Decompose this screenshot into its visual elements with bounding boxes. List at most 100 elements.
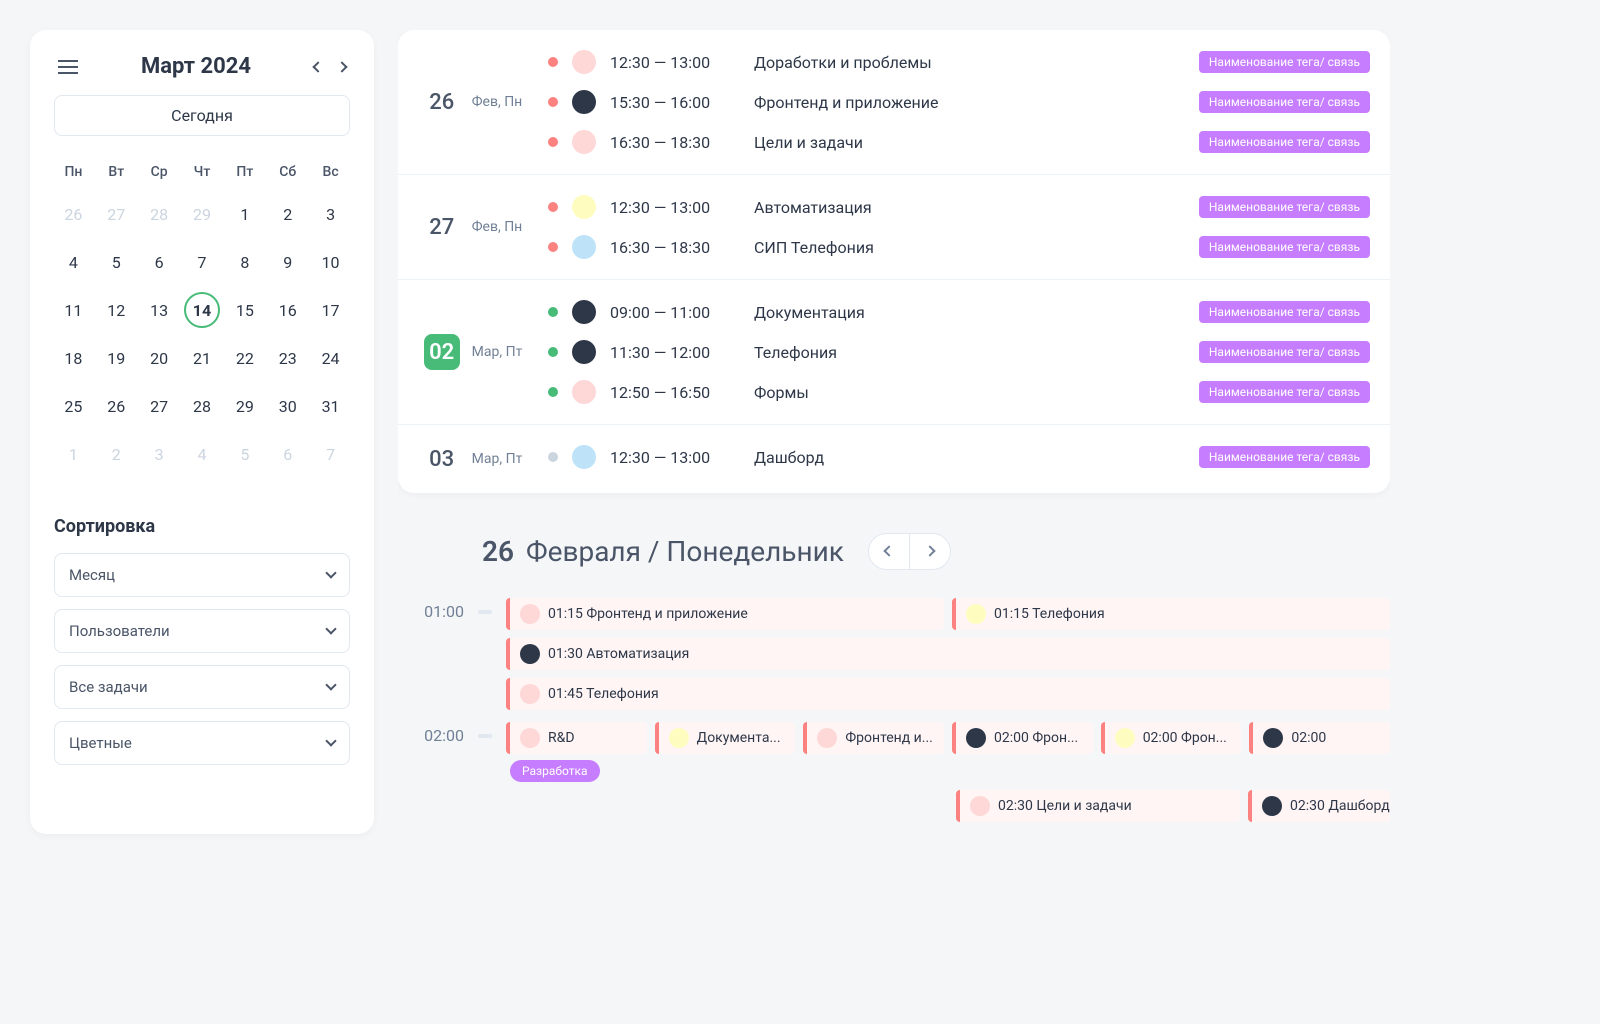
calendar-day[interactable]: 3 xyxy=(141,436,177,472)
event-tag: Наименование тега/ связь xyxy=(1199,51,1370,73)
calendar-day[interactable]: 25 xyxy=(55,388,91,424)
calendar-day[interactable]: 20 xyxy=(141,340,177,376)
timeline-event[interactable]: 01:15 Фронтенд и приложение xyxy=(506,598,944,630)
calendar-day[interactable]: 21 xyxy=(184,340,220,376)
calendar-day[interactable]: 4 xyxy=(55,244,91,280)
calendar-day[interactable]: 19 xyxy=(98,340,134,376)
calendar-day[interactable]: 8 xyxy=(227,244,263,280)
event-tag: Наименование тега/ связь xyxy=(1199,301,1370,323)
timeline-event-text: 02:30 Дашборд xyxy=(1290,798,1390,814)
calendar-dow: Пт xyxy=(225,156,264,188)
calendar-day[interactable]: 30 xyxy=(270,388,306,424)
event-time: 12:50 — 16:50 xyxy=(610,383,740,402)
agenda-event-row[interactable]: 12:30 — 13:00 Дашборд Наименование тега/… xyxy=(548,441,1390,473)
hamburger-icon xyxy=(58,60,78,74)
agenda-event-row[interactable]: 12:30 — 13:00 Автоматизация Наименование… xyxy=(548,191,1390,223)
calendar-day[interactable]: 2 xyxy=(98,436,134,472)
calendar-day[interactable]: 13 xyxy=(141,292,177,328)
calendar-day[interactable]: 7 xyxy=(184,244,220,280)
agenda-card: 26Фев, Пн 12:30 — 13:00 Доработки и проб… xyxy=(398,30,1390,493)
timeline-event-text: 02:00 Фрон... xyxy=(1143,730,1227,746)
sort-select[interactable]: Пользователи xyxy=(54,609,350,653)
next-month-button[interactable] xyxy=(334,59,350,75)
avatar xyxy=(1262,796,1282,816)
calendar-day[interactable]: 26 xyxy=(98,388,134,424)
calendar-day[interactable]: 27 xyxy=(98,196,134,232)
agenda-day-text: Мар, Пт xyxy=(472,451,523,467)
calendar-day[interactable]: 29 xyxy=(227,388,263,424)
agenda-day-number: 02 xyxy=(424,334,460,370)
calendar-day[interactable]: 2 xyxy=(270,196,306,232)
agenda-day-group: 03Мар, Пт 12:30 — 13:00 Дашборд Наименов… xyxy=(398,425,1390,493)
calendar-day[interactable]: 6 xyxy=(141,244,177,280)
calendar-day[interactable]: 3 xyxy=(313,196,349,232)
agenda-event-row[interactable]: 16:30 — 18:30 СИП Телефония Наименование… xyxy=(548,231,1390,263)
timeline-event[interactable]: 02:00 Фрон... xyxy=(952,722,1093,754)
timeline-event[interactable]: R&D xyxy=(506,722,647,754)
timeline-event[interactable]: 02:00 xyxy=(1249,722,1390,754)
calendar-day[interactable]: 15 xyxy=(227,292,263,328)
calendar-day[interactable]: 17 xyxy=(313,292,349,328)
calendar-day[interactable]: 1 xyxy=(55,436,91,472)
sort-title: Сортировка xyxy=(54,516,350,537)
calendar-day[interactable]: 24 xyxy=(313,340,349,376)
calendar-day[interactable]: 10 xyxy=(313,244,349,280)
calendar-day[interactable]: 28 xyxy=(141,196,177,232)
timeline-event[interactable]: 01:15 Телефония xyxy=(952,598,1390,630)
status-dot xyxy=(548,387,558,397)
calendar-day[interactable]: 26 xyxy=(55,196,91,232)
calendar-day[interactable]: 16 xyxy=(270,292,306,328)
calendar-day[interactable]: 6 xyxy=(270,436,306,472)
timeline-event[interactable]: 02:00 Фрон... xyxy=(1101,722,1242,754)
sort-select[interactable]: Цветные xyxy=(54,721,350,765)
agenda-day-number: 26 xyxy=(424,84,460,120)
calendar-day[interactable]: 31 xyxy=(313,388,349,424)
calendar-day[interactable]: 5 xyxy=(227,436,263,472)
agenda-event-row[interactable]: 11:30 — 12:00 Телефония Наименование тег… xyxy=(548,336,1390,368)
calendar-day[interactable]: 12 xyxy=(98,292,134,328)
prev-day-button[interactable] xyxy=(869,534,910,569)
timeline-event[interactable]: 01:45 Телефония xyxy=(506,678,1390,710)
today-button[interactable]: Сегодня xyxy=(54,95,350,136)
calendar-day[interactable]: 18 xyxy=(55,340,91,376)
calendar-day[interactable]: 22 xyxy=(227,340,263,376)
prev-month-button[interactable] xyxy=(310,59,326,75)
calendar-day[interactable]: 29 xyxy=(184,196,220,232)
day-nav xyxy=(868,533,951,570)
avatar xyxy=(572,340,596,364)
agenda-event-row[interactable]: 12:50 — 16:50 Формы Наименование тега/ с… xyxy=(548,376,1390,408)
agenda-day-group: 27Фев, Пн 12:30 — 13:00 Автоматизация На… xyxy=(398,175,1390,280)
calendar-day[interactable]: 9 xyxy=(270,244,306,280)
sort-select[interactable]: Месяц xyxy=(54,553,350,597)
timeline-hour-row: 02:00R&DРазработкаДокумента...Фронтенд и… xyxy=(478,722,1390,822)
calendar-day[interactable]: 4 xyxy=(184,436,220,472)
chevron-right-icon xyxy=(924,545,935,556)
agenda-event-row[interactable]: 16:30 — 18:30 Цели и задачи Наименование… xyxy=(548,126,1390,158)
calendar-day[interactable]: 14 xyxy=(184,292,220,328)
timeline-event[interactable]: Фронтенд и... xyxy=(803,722,944,754)
event-title: Доработки и проблемы xyxy=(754,53,1185,72)
calendar-day[interactable]: 28 xyxy=(184,388,220,424)
timeline-event[interactable]: 01:30 Автоматизация xyxy=(506,638,1390,670)
calendar-day[interactable]: 27 xyxy=(141,388,177,424)
calendar-day[interactable]: 1 xyxy=(227,196,263,232)
agenda-event-row[interactable]: 12:30 — 13:00 Доработки и проблемы Наиме… xyxy=(548,46,1390,78)
calendar-dow: Пн xyxy=(54,156,93,188)
menu-button[interactable] xyxy=(54,56,82,78)
sort-select[interactable]: Все задачи xyxy=(54,665,350,709)
calendar-day[interactable]: 5 xyxy=(98,244,134,280)
avatar xyxy=(520,644,540,664)
timeline-event[interactable]: Документа... xyxy=(655,722,796,754)
timeline-event[interactable]: 02:30 Цели и задачи xyxy=(956,790,1240,822)
calendar-day[interactable]: 11 xyxy=(55,292,91,328)
next-day-button[interactable] xyxy=(910,534,950,569)
avatar xyxy=(966,604,986,624)
calendar-dow: Вс xyxy=(311,156,350,188)
agenda-event-row[interactable]: 09:00 — 11:00 Документация Наименование … xyxy=(548,296,1390,328)
agenda-event-row[interactable]: 15:30 — 16:00 Фронтенд и приложение Наим… xyxy=(548,86,1390,118)
event-title: Формы xyxy=(754,383,1185,402)
timeline-event[interactable]: 02:30 Дашборд xyxy=(1248,790,1390,822)
calendar-day[interactable]: 7 xyxy=(313,436,349,472)
timeline-hour-row: 01:0001:15 Фронтенд и приложение01:15 Те… xyxy=(478,598,1390,710)
calendar-day[interactable]: 23 xyxy=(270,340,306,376)
